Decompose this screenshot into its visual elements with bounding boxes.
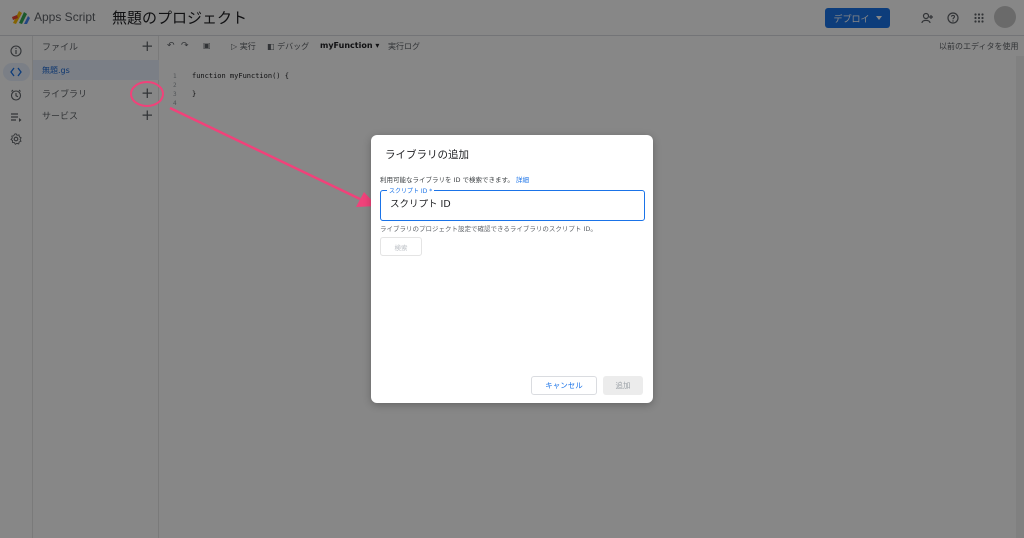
add-button[interactable]: 追加 (603, 376, 643, 395)
cancel-button-label: キャンセル (545, 381, 583, 390)
add-button-label: 追加 (615, 381, 631, 390)
search-button-label: 検索 (394, 243, 408, 252)
search-button[interactable]: 検索 (380, 237, 422, 256)
dialog-title: ライブラリの追加 (385, 149, 469, 161)
script-id-field[interactable]: スクリプト ID * (380, 186, 645, 221)
script-id-field-label: スクリプト ID * (387, 186, 435, 195)
script-id-input[interactable] (390, 199, 630, 210)
dialog-description: 利用可能なライブラリを ID で検索できます。 詳細 (380, 174, 529, 184)
apps-script-editor: Apps Script 無題のプロジェクト デプロイ ファイル + 無題.gs … (0, 0, 1024, 538)
details-link[interactable]: 詳細 (516, 176, 529, 184)
add-library-dialog: ライブラリの追加 利用可能なライブラリを ID で検索できます。 詳細 スクリプ… (371, 135, 653, 403)
script-id-help-text: ライブラリのプロジェクト設定で確認できるライブラリのスクリプト ID。 (380, 225, 597, 233)
cancel-button[interactable]: キャンセル (531, 376, 597, 395)
dialog-description-text: 利用可能なライブラリを ID で検索できます。 (380, 176, 514, 184)
